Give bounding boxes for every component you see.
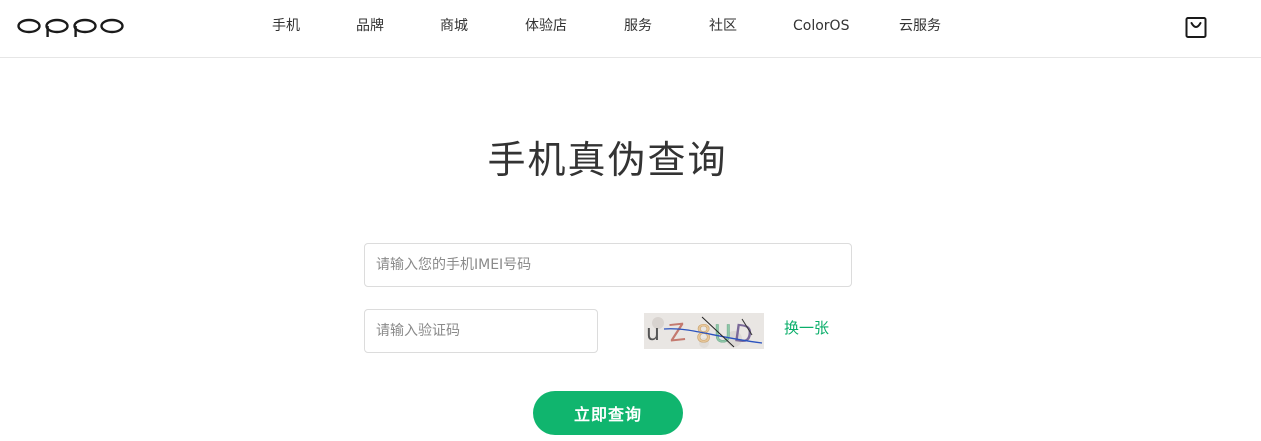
captcha-input[interactable] — [364, 309, 598, 353]
shopping-bag-icon[interactable] — [1185, 15, 1207, 39]
captcha-image[interactable]: u Z 8 U D — [644, 313, 764, 349]
page-title: 手机真伪查询 — [487, 138, 728, 182]
nav-item-service[interactable]: 服务 — [624, 16, 652, 36]
captcha-char-u: u — [646, 321, 660, 346]
imei-input[interactable] — [364, 243, 852, 287]
submit-query-button[interactable]: 立即查询 — [533, 391, 683, 435]
nav-item-community[interactable]: 社区 — [709, 16, 737, 36]
nav-item-cloud-service[interactable]: 云服务 — [899, 16, 941, 36]
nav-item-store[interactable]: 商城 — [440, 16, 468, 36]
oppo-logo[interactable] — [17, 14, 125, 38]
captcha-char-z: Z — [668, 318, 687, 348]
captcha-char-uu: U — [714, 320, 732, 348]
nav-item-experience-store[interactable]: 体验店 — [525, 16, 567, 36]
nav-item-coloros[interactable]: ColorOS — [793, 16, 849, 36]
nav-item-phone[interactable]: 手机 — [272, 16, 300, 36]
nav-item-brand[interactable]: 品牌 — [356, 16, 384, 36]
refresh-captcha-link[interactable]: 换一张 — [784, 318, 829, 338]
top-header: 手机 品牌 商城 体验店 服务 社区 ColorOS 云服务 — [0, 0, 1261, 58]
